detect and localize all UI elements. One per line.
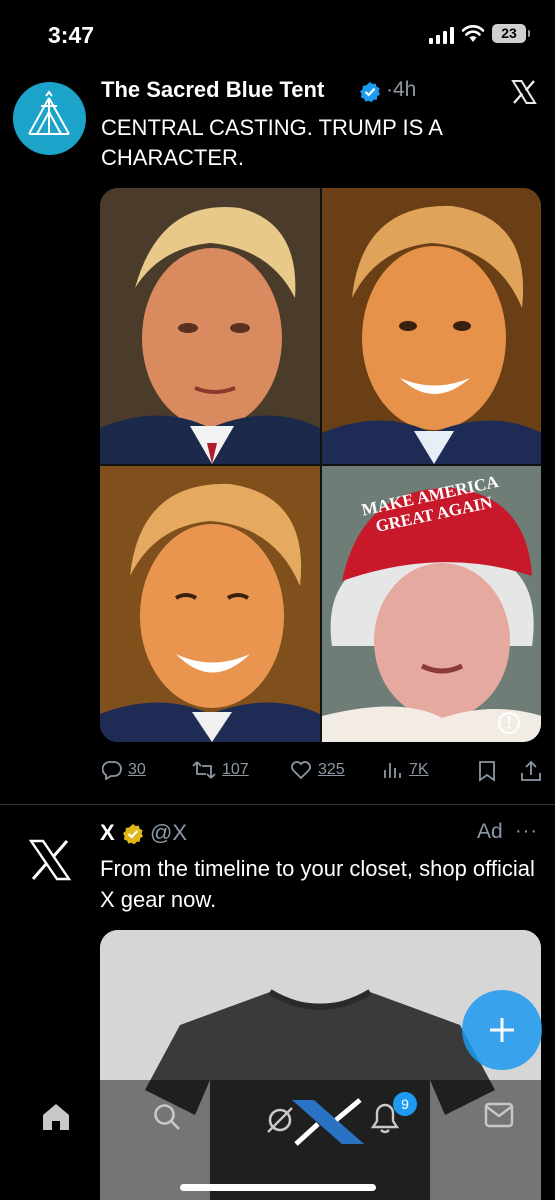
- bookmark-icon[interactable]: [478, 760, 496, 782]
- gold-checkmark-icon: [123, 824, 143, 845]
- reply-count: 30: [128, 761, 146, 778]
- views-icon: [384, 763, 401, 778]
- tent-logo-icon: [28, 90, 70, 135]
- like-icon: [291, 761, 311, 780]
- views-count: 7K: [409, 761, 429, 778]
- post-age: ·4h: [386, 78, 417, 101]
- reply-icon: [102, 761, 122, 780]
- x-logo-icon[interactable]: [28, 838, 72, 882]
- tweet-text: CENTRAL CASTING. TRUMP IS A CHARACTER.: [101, 115, 442, 170]
- photo-4[interactable]: MAKE AMERICA GREAT AGAIN: [321, 466, 541, 742]
- repost-icon: [192, 761, 216, 779]
- notification-badge: 9: [393, 1092, 417, 1116]
- photo-2[interactable]: [321, 188, 541, 464]
- portrait-1: [100, 188, 320, 464]
- photo-3[interactable]: [100, 466, 320, 742]
- ad-handle[interactable]: @X: [150, 820, 187, 846]
- author-name[interactable]: The Sacred Blue Tent: [101, 77, 324, 103]
- more-button[interactable]: ···: [515, 820, 538, 843]
- portrait-3: [100, 466, 320, 742]
- ad-author-name[interactable]: X: [100, 820, 115, 846]
- views-button[interactable]: 7K: [383, 760, 429, 780]
- signal-icon: [429, 27, 454, 44]
- tweet-actions: 30 107 325 7K: [100, 760, 545, 790]
- grok-icon[interactable]: [262, 1092, 372, 1148]
- home-indicator[interactable]: [180, 1184, 376, 1191]
- photo-grid[interactable]: MAKE AMERICA GREAT AGAIN: [100, 188, 541, 742]
- mail-icon[interactable]: [484, 1102, 514, 1128]
- home-icon[interactable]: [40, 1102, 72, 1132]
- avatar[interactable]: [13, 82, 86, 155]
- battery-icon: 23: [492, 24, 530, 43]
- wifi-icon: [461, 25, 485, 42]
- ad-label: Ad: [477, 820, 503, 843]
- repost-count: 107: [222, 761, 249, 778]
- plus-icon: [490, 1018, 514, 1042]
- search-icon[interactable]: [152, 1102, 182, 1132]
- photo-1[interactable]: [100, 188, 320, 464]
- status-time: 3:47: [48, 22, 95, 48]
- like-count: 325: [318, 761, 345, 778]
- portrait-2: [321, 188, 541, 464]
- verified-icon: [360, 82, 380, 103]
- share-icon[interactable]: [520, 760, 542, 782]
- compose-button[interactable]: [462, 990, 542, 1070]
- status-bar: 3:47 23: [0, 0, 555, 70]
- divider: [0, 804, 555, 805]
- like-button[interactable]: 325: [290, 760, 345, 780]
- bottom-tab-bar: [0, 1080, 555, 1200]
- ad-text: From the timeline to your closet, shop o…: [100, 856, 535, 912]
- repost-button[interactable]: 107: [192, 760, 249, 780]
- x-logo-icon[interactable]: [510, 78, 538, 106]
- reply-button[interactable]: 30: [102, 760, 146, 780]
